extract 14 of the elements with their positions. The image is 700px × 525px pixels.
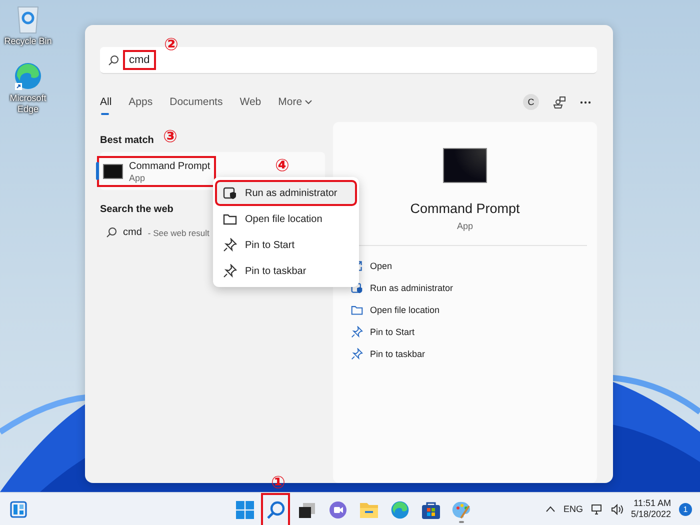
clock-time: 11:51 AM (634, 498, 671, 509)
app-title: Command Prompt (410, 201, 520, 216)
step-number-label: ④ (275, 158, 290, 175)
clock-date: 5/18/2022 (630, 509, 671, 520)
desktop-icon-label: Microsoft Edge (8, 93, 48, 115)
search-text: cmd (125, 52, 154, 68)
section-heading: Best match (100, 135, 154, 146)
step-number-label: ③ (163, 129, 178, 146)
result-title: Command Prompt (129, 160, 210, 172)
section-heading: Search the web (100, 204, 174, 215)
result-type: App (129, 172, 146, 182)
app-type: App (456, 221, 473, 231)
web-hint: - See web result (148, 228, 210, 238)
desktop-icon-label: Recycle Bin (3, 36, 53, 47)
